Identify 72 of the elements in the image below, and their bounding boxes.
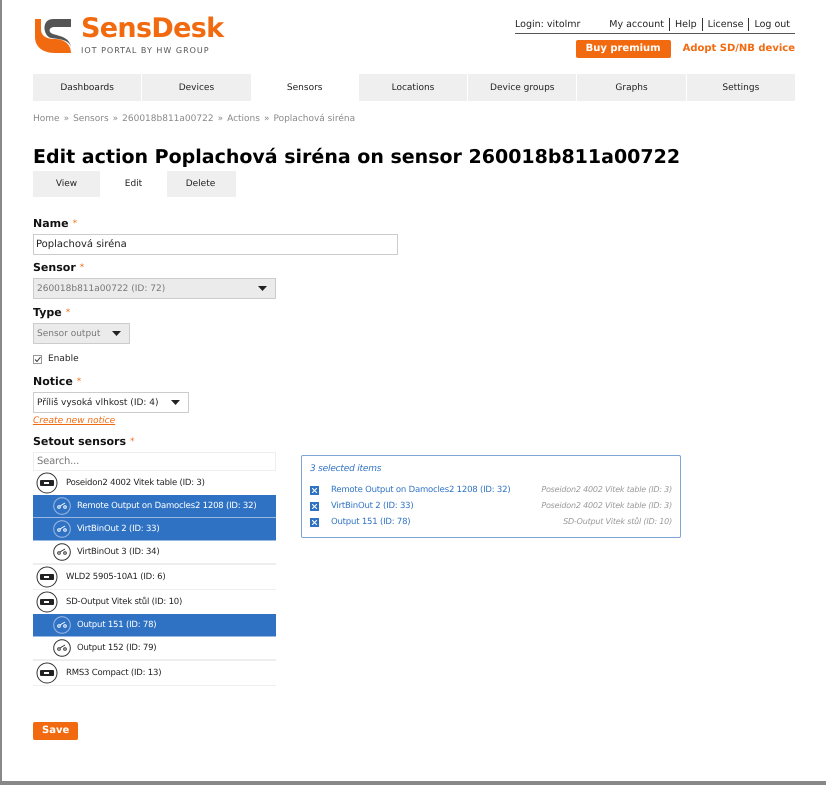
selected-item-device: SD-Output Vitek stůl (ID: 10) <box>563 516 672 528</box>
required-mark: * <box>80 262 84 274</box>
search-field[interactable]: Search... <box>33 452 276 471</box>
caret-icon <box>112 331 122 336</box>
switch-icon <box>53 639 71 657</box>
select-field[interactable]: Příliš vysoká vlhkost (ID: 4) <box>33 392 189 413</box>
required-mark: * <box>130 436 135 448</box>
field-label: Setout sensors <box>33 436 126 448</box>
page-tab[interactable]: Edit <box>100 171 167 197</box>
device-tree-item[interactable]: Poseidon2 4002 Vitek table (ID: 3) <box>33 471 276 495</box>
login-text: Login: vitolmr <box>515 18 580 30</box>
selected-item-label: Output 151 (ID: 78) <box>331 516 410 528</box>
device-icon <box>36 472 58 494</box>
output-tree-item[interactable]: Output 151 (ID: 78) <box>33 614 276 637</box>
field-label: Type <box>33 307 62 319</box>
header-link[interactable]: Log out <box>748 18 795 31</box>
remove-item-button[interactable] <box>310 486 319 494</box>
page-tab[interactable]: Delete <box>167 171 234 197</box>
nav-tab[interactable]: Settings <box>686 74 795 101</box>
device-icon <box>36 662 58 684</box>
device-tree-item[interactable]: RMS3 Compact (ID: 13) <box>33 661 276 685</box>
breadcrumb-separator: » <box>112 113 118 125</box>
field-label: Name <box>33 218 69 230</box>
output-tree-item[interactable]: VirtBinOut 3 (ID: 34) <box>33 541 276 564</box>
nav-tab[interactable]: Sensors <box>250 74 359 101</box>
selected-item-label: Remote Output on Damocles2 1208 (ID: 32) <box>331 484 510 496</box>
breadcrumb-link[interactable]: Actions <box>227 113 260 125</box>
nav-tab[interactable]: Dashboards <box>33 74 142 101</box>
field-label: Notice <box>33 376 73 388</box>
device-tree-item[interactable]: WLD2 5905-10A1 (ID: 6) <box>33 565 276 589</box>
page-tab[interactable]: View <box>33 171 100 197</box>
breadcrumb-separator: » <box>64 113 70 125</box>
enable-checkbox[interactable] <box>33 354 42 364</box>
header-link[interactable]: My account <box>604 18 669 31</box>
required-mark: * <box>66 307 70 319</box>
device-tree-item[interactable]: SD-Output Vitek stůl (ID: 10) <box>33 590 276 614</box>
logo-tagline: IOT PORTAL BY HW GROUP <box>81 45 211 57</box>
caret-icon <box>258 286 267 291</box>
logo-icon <box>33 17 73 55</box>
field-label: Sensor <box>33 262 76 274</box>
logo-name: SensDesk <box>81 15 224 43</box>
required-mark: * <box>72 218 78 230</box>
required-mark: * <box>76 376 82 388</box>
breadcrumb-current: Poplachová siréna <box>273 113 356 125</box>
selected-item-label: VirtBinOut 2 (ID: 33) <box>331 500 414 512</box>
switch-icon <box>53 543 71 561</box>
switch-icon <box>53 616 71 634</box>
remove-item-button[interactable] <box>310 518 319 526</box>
selected-item-device: Poseidon2 4002 Vitek table (ID: 3) <box>541 500 672 512</box>
breadcrumb-separator: » <box>218 113 224 125</box>
nav-tab[interactable]: Device groups <box>467 74 576 101</box>
header-link[interactable]: Help <box>668 18 702 31</box>
nav-tab[interactable]: Graphs <box>576 74 686 101</box>
switch-icon <box>53 520 71 538</box>
name-field[interactable]: Poplachová siréna <box>33 234 398 255</box>
device-icon <box>36 566 58 588</box>
switch-icon <box>53 497 71 515</box>
device-icon <box>36 591 58 613</box>
breadcrumb-link[interactable]: Sensors <box>73 113 109 125</box>
output-tree-item[interactable]: Output 152 (ID: 79) <box>33 637 276 660</box>
output-tree-item[interactable]: VirtBinOut 2 (ID: 33) <box>33 518 276 541</box>
header-link[interactable]: License <box>702 18 748 31</box>
breadcrumb-link[interactable]: 260018b811a00722 <box>122 113 214 125</box>
breadcrumb-link[interactable]: Home <box>33 113 60 125</box>
remove-item-button[interactable] <box>310 502 319 510</box>
selected-count: 3 selected items <box>310 463 382 475</box>
enable-label: Enable <box>48 353 79 365</box>
caret-icon <box>170 400 180 405</box>
breadcrumb-separator: » <box>264 113 270 125</box>
selected-item-device: Poseidon2 4002 Vitek table (ID: 3) <box>541 484 672 496</box>
nav-tab[interactable]: Locations <box>358 74 468 101</box>
output-tree-item[interactable]: Remote Output on Damocles2 1208 (ID: 32) <box>33 495 276 518</box>
